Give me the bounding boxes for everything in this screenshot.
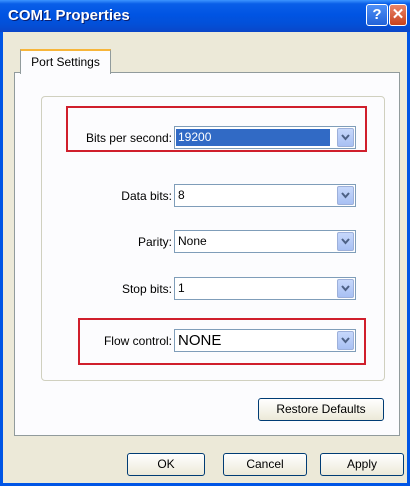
- parity-select[interactable]: None: [174, 230, 356, 253]
- parity-label: Parity:: [137, 235, 172, 249]
- data-bits-value: 8: [178, 188, 185, 202]
- apply-button[interactable]: Apply: [320, 453, 404, 476]
- chevron-down-icon[interactable]: [337, 186, 354, 205]
- stop-bits-label: Stop bits:: [121, 282, 172, 296]
- chevron-down-icon[interactable]: [337, 128, 354, 147]
- window-title: COM1 Properties: [8, 7, 130, 24]
- tab-port-settings[interactable]: Port Settings: [20, 49, 111, 74]
- flow-control-label: Flow control:: [103, 334, 172, 348]
- bits-per-second-label: Bits per second:: [85, 131, 172, 145]
- help-button[interactable]: ?: [366, 4, 388, 26]
- chevron-down-icon[interactable]: [337, 232, 354, 251]
- data-bits-select[interactable]: 8: [174, 184, 356, 207]
- bits-per-second-value: 19200: [176, 129, 330, 146]
- cancel-button[interactable]: Cancel: [223, 453, 307, 476]
- chevron-down-icon[interactable]: [337, 279, 354, 298]
- close-button[interactable]: ✕: [389, 4, 407, 26]
- bits-per-second-select[interactable]: 19200: [174, 126, 356, 149]
- flow-control-value: NONE: [178, 332, 222, 349]
- data-bits-label: Data bits:: [121, 189, 172, 203]
- restore-defaults-button[interactable]: Restore Defaults: [258, 398, 384, 421]
- parity-value: None: [178, 234, 207, 248]
- ok-button[interactable]: OK: [127, 453, 205, 476]
- chevron-down-icon[interactable]: [337, 331, 354, 350]
- stop-bits-value: 1: [178, 281, 185, 295]
- stop-bits-select[interactable]: 1: [174, 277, 356, 300]
- title-bar[interactable]: COM1 Properties ? ✕: [0, 0, 410, 32]
- dialog-window: COM1 Properties ? ✕ Port Settings Bits p…: [0, 0, 410, 486]
- flow-control-select[interactable]: NONE: [174, 329, 356, 352]
